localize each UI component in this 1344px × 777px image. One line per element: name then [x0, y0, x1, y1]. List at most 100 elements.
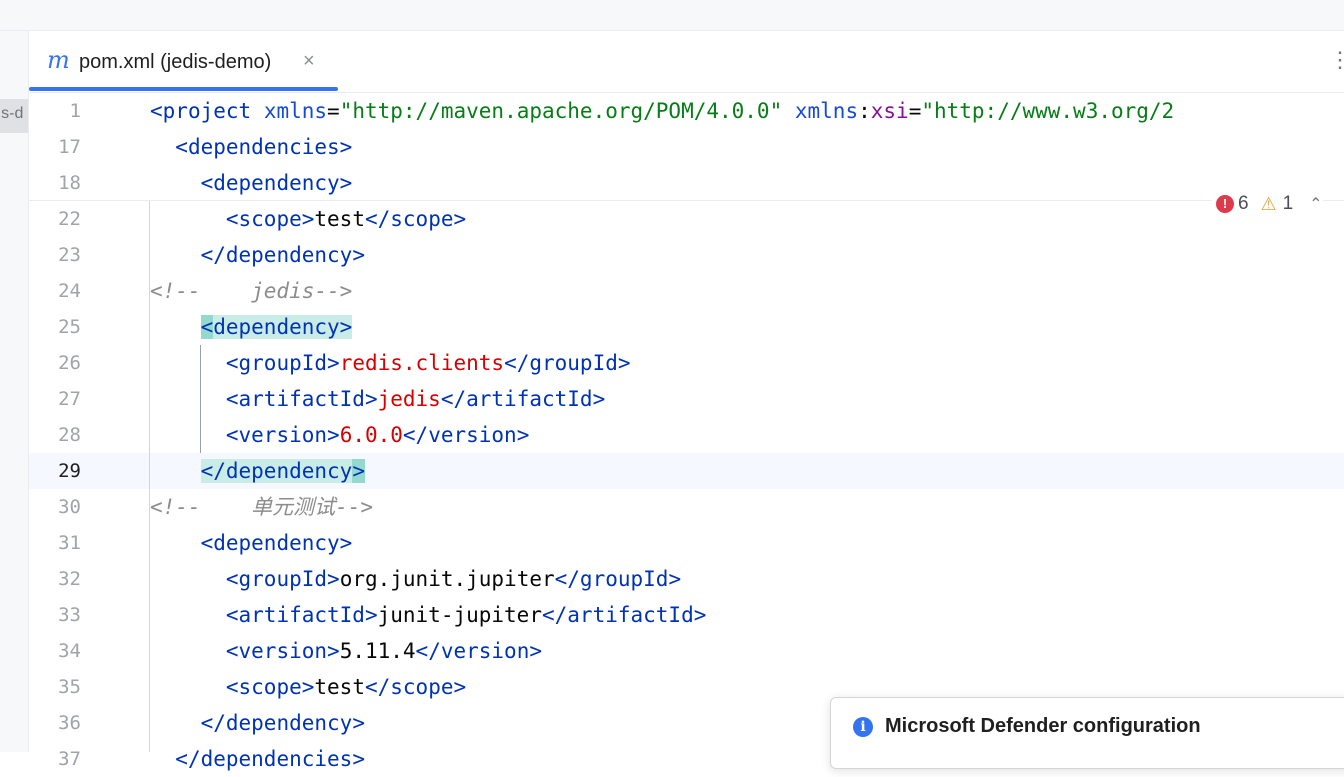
code-token: "http://www.w3.org/2: [921, 99, 1175, 123]
code-token: <: [200, 171, 214, 195]
line-code: <groupId>org.junit.jupiter</groupId>: [150, 561, 681, 597]
project-side-tab-label: lis-d: [0, 105, 24, 122]
project-side-tab[interactable]: lis-d: [0, 99, 28, 133]
line-number: 31: [58, 532, 81, 554]
line-number: 37: [58, 748, 81, 770]
tab-pom-xml[interactable]: m pom.xml (jedis-demo) ×: [29, 31, 338, 92]
code-line[interactable]: 18 <dependency>: [29, 165, 1344, 201]
top-toolbar-strip: [0, 0, 1344, 31]
code-line[interactable]: 26 <groupId>redis.clients</groupId>: [29, 345, 1344, 381]
indent-guide: [149, 201, 150, 752]
notification-balloon[interactable]: i Microsoft Defender configuration: [830, 697, 1344, 769]
close-icon[interactable]: ×: [303, 47, 315, 75]
line-number: 25: [58, 316, 81, 338]
code-line[interactable]: 28 <version>6.0.0</version>: [29, 417, 1344, 453]
code-token: artifactId: [238, 603, 365, 627]
code-line[interactable]: 32 <groupId>org.junit.jupiter</groupId>: [29, 561, 1344, 597]
code-token: >: [301, 675, 315, 699]
code-line[interactable]: 30 <!-- 单元测试-->: [29, 489, 1344, 525]
code-token: >: [668, 567, 682, 591]
line-number: 17: [58, 136, 81, 158]
code-token: groupId: [529, 351, 618, 375]
code-line[interactable]: 23 </dependency>: [29, 237, 1344, 273]
line-code: <scope>test</scope>: [150, 669, 466, 705]
code-token: >: [352, 243, 365, 267]
code-token: </: [200, 711, 226, 735]
code-line[interactable]: 33 <artifactId>junit-jupiter</artifactId…: [29, 597, 1344, 633]
more-options-icon[interactable]: ⋮: [1329, 45, 1344, 75]
code-token: scope: [390, 207, 454, 231]
code-line[interactable]: 22 <scope>test</scope>: [29, 201, 1344, 237]
code-token: >: [617, 351, 631, 375]
code-line[interactable]: 1 <project xmlns="http://maven.apache.org…: [29, 93, 1344, 129]
code-line[interactable]: 31 <dependency>: [29, 525, 1344, 561]
line-number: 28: [58, 424, 81, 446]
line-code: </dependency>: [150, 705, 365, 741]
code-token: 5.11.4: [339, 639, 416, 663]
code-token: project: [162, 99, 252, 123]
sticky-lines-separator: [29, 200, 1344, 201]
code-line[interactable]: 34 <version>5.11.4</version>: [29, 633, 1344, 669]
line-number: 32: [58, 568, 81, 590]
line-code: </dependencies>: [150, 741, 365, 777]
code-line[interactable]: 17 <dependencies>: [29, 129, 1344, 165]
code-token: test: [314, 675, 365, 699]
code-token: org.junit.jupiter: [339, 567, 555, 591]
code-token: <: [225, 675, 239, 699]
code-token: groupId: [579, 567, 669, 591]
code-token: >: [352, 711, 365, 735]
line-code: </dependency>: [150, 237, 365, 273]
code-line[interactable]: 25 <dependency>: [29, 309, 1344, 345]
line-number: 30: [58, 496, 81, 518]
line-number: 23: [58, 244, 81, 266]
code-token: >: [529, 639, 543, 663]
code-token: artifactId: [567, 603, 694, 627]
line-number: 27: [58, 388, 81, 410]
inspection-widget[interactable]: ! 6 ⚠ 1 ⌃: [1212, 193, 1323, 219]
code-token: xmlns: [263, 99, 328, 123]
code-token: artifactId: [466, 387, 593, 411]
code-line[interactable]: 27 <artifactId>jedis</artifactId>: [29, 381, 1344, 417]
line-code: <artifactId>jedis</artifactId>: [150, 381, 605, 417]
warning-count: 1: [1282, 193, 1294, 214]
warning-icon: ⚠: [1260, 194, 1277, 214]
line-code: <dependency>: [150, 525, 353, 561]
error-icon: !: [1216, 195, 1234, 213]
line-number: 35: [58, 676, 81, 698]
code-line[interactable]: 24 <!-- jedis-->: [29, 273, 1344, 309]
line-code: <scope>test</scope>: [150, 201, 466, 237]
code-line[interactable]: 29 </dependency>: [29, 453, 1344, 489]
code-token: >: [453, 207, 467, 231]
code-token: >: [339, 171, 353, 195]
code-token: <: [225, 603, 239, 627]
line-code: <groupId>redis.clients</groupId>: [150, 345, 631, 381]
code-token: redis.clients: [339, 351, 505, 375]
line-code: <!-- jedis-->: [150, 273, 352, 309]
code-token: version: [440, 639, 530, 663]
info-icon: i: [853, 717, 873, 737]
code-token: <: [225, 351, 239, 375]
code-editor[interactable]: 1 <project xmlns="http://maven.apache.org…: [29, 93, 1344, 771]
code-token: </: [200, 243, 226, 267]
chevron-up-icon[interactable]: ⌃: [1309, 196, 1322, 213]
code-token: :: [858, 99, 871, 123]
code-token: version: [238, 639, 328, 663]
code-token: >: [339, 531, 353, 555]
code-token: dependency: [213, 531, 340, 555]
editor-tab-bar: m pom.xml (jedis-demo) × ⋮: [29, 31, 1344, 93]
code-token: >: [364, 387, 378, 411]
line-number: 29: [58, 460, 81, 482]
left-tool-strip: [0, 31, 29, 752]
code-token: >: [693, 603, 707, 627]
code-token: groupId: [238, 351, 328, 375]
code-token: test: [314, 207, 365, 231]
